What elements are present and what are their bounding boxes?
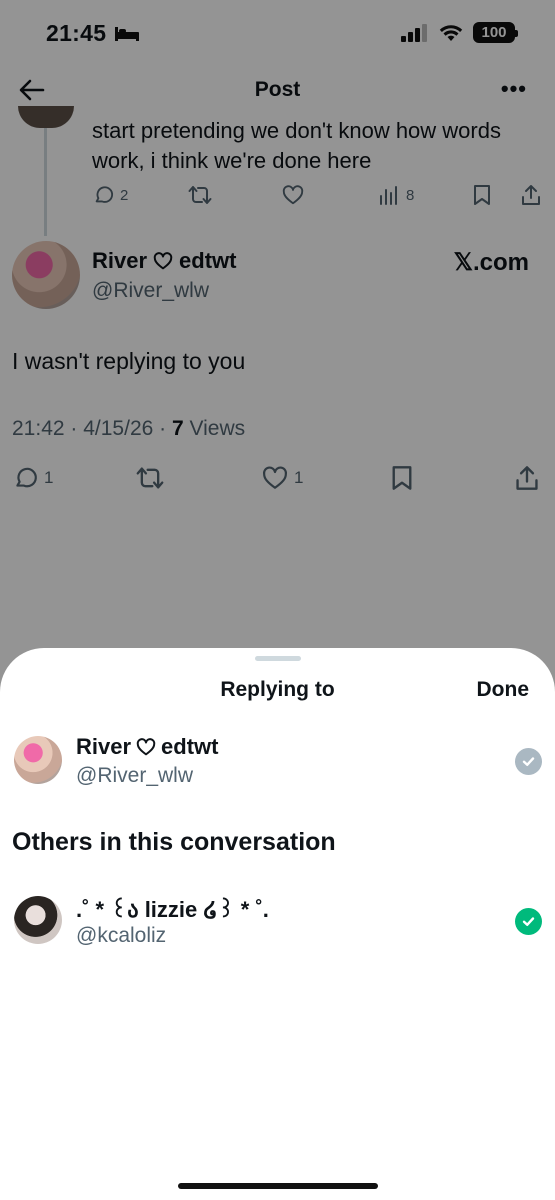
sheet-title: Replying to xyxy=(220,678,335,701)
checkmark-disabled-icon xyxy=(515,748,542,775)
primary-recipient-row[interactable]: River edtwt @River_wlw xyxy=(14,734,542,794)
recipient-avatar xyxy=(14,736,62,784)
home-indicator[interactable] xyxy=(178,1183,378,1189)
recipient-name: River edtwt xyxy=(76,734,219,759)
recipient-handle: @kcaloliz xyxy=(76,924,167,947)
recipient-name: .˚ * ꒰ა lizzie ໒꒱ * ˚. xyxy=(76,897,269,922)
replying-to-sheet: Replying to Done River edtwt @River_wlw … xyxy=(0,648,555,1200)
sheet-grabber[interactable] xyxy=(255,656,301,661)
other-recipient-row[interactable]: .˚ * ꒰ა lizzie ໒꒱ * ˚. @kcaloliz xyxy=(14,894,542,954)
recipient-avatar xyxy=(14,896,62,944)
others-heading: Others in this conversation xyxy=(12,828,336,856)
checkmark-selected-icon[interactable] xyxy=(515,908,542,935)
recipient-handle: @River_wlw xyxy=(76,764,193,787)
heart-outline-icon xyxy=(136,738,156,756)
done-button[interactable]: Done xyxy=(477,678,530,702)
